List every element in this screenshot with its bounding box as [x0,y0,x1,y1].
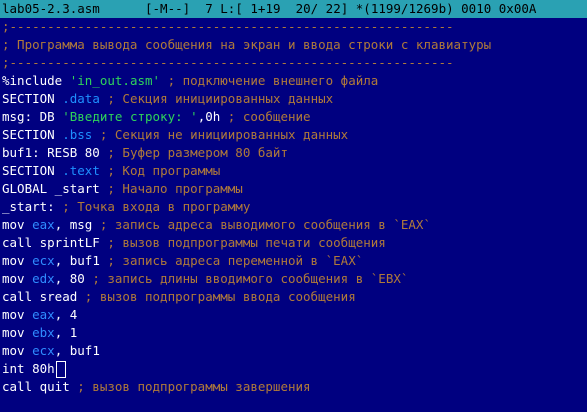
code-line: mov ebx, 1 [0,324,587,342]
comment: ; сообщение [220,109,311,124]
code-line: %include 'in_out.asm' ; подключение внеш… [0,72,587,90]
instruction: call sread [2,289,78,304]
comment: ; Буфер размером 80 байт [99,145,288,160]
section-name: .data [62,91,100,106]
header-comment: ; Программа вывода сообщения на экран и … [2,37,492,52]
code-line: ;---------------------------------------… [0,54,587,72]
comment: ; Секция не инициированных данных [92,127,349,142]
code-area[interactable]: ;---------------------------------------… [0,18,587,412]
line-position: 1+19 [250,1,281,16]
instruction: mov [2,271,33,286]
line-count: 20/ 22] [295,1,349,16]
instruction: mov [2,253,33,268]
code-line: mov ecx, buf1 [0,342,587,360]
operand: , 80 [54,271,85,286]
keyword: SECTION [2,163,63,178]
instruction: GLOBAL _start [2,181,100,196]
code-line: call quit ; вызов подпрограммы завершени… [0,378,587,396]
operand: , 1 [54,325,78,340]
comment-rule: ;---------------------------------------… [2,55,454,70]
comment: ; Начало программы [99,181,243,196]
comment: ; запись длины вводимого сообщения в `EB… [84,271,409,286]
instruction: call sprintLF [2,235,100,250]
comment: ; запись адреса выводимого сообщения в `… [92,217,431,232]
char-code: 0010 0x00A [461,1,537,16]
code-line: SECTION .data ; Секция инициированных да… [0,90,587,108]
text-cursor [55,361,66,378]
comment: ; вызов подпрограммы печати сообщения [99,235,386,250]
label: msg: DB [2,109,63,124]
instruction: mov [2,217,33,232]
code-line: ; Программа вывода сообщения на экран и … [0,36,587,54]
instruction: int 80h [2,361,55,376]
section-name: .text [62,163,100,178]
comment: ; вызов подпрограммы завершения [69,379,311,394]
operand: , 4 [54,307,78,322]
register: ebx [32,325,55,340]
column-number: 7 [205,1,213,16]
operand: , buf1 [54,253,100,268]
code-line: SECTION .bss ; Секция не инициированных … [0,126,587,144]
operand: , msg [54,217,93,232]
string-literal: 'Введите строку: ' [62,109,198,124]
code-line: mov eax, 4 [0,306,587,324]
code-line: mov ecx, buf1 ; запись адреса переменной… [0,252,587,270]
section-name: .bss [62,127,93,142]
comment: ; Код программы [99,163,221,178]
register: ecx [32,343,55,358]
instruction: mov [2,343,33,358]
status-bar: lab05-2.3.asm [-M--] 7 L:[ 1+19 20/ 22] … [0,0,587,18]
code-line: buf1: RESB 80 ; Буфер размером 80 байт [0,144,587,162]
comment: ; подключение внешнего файла [160,73,379,88]
code-line: ;---------------------------------------… [0,18,587,36]
instruction: mov [2,307,33,322]
code-line: msg: DB 'Введите строку: ',0h ; сообщени… [0,108,587,126]
code-line-current[interactable]: int 80h [0,360,587,378]
filename: lab05-2.3.asm [2,1,100,16]
operand: ,0h [197,109,221,124]
instruction: mov [2,325,33,340]
comment: ; запись адреса переменной в `EAX` [99,253,364,268]
editor-window: lab05-2.3.asm [-M--] 7 L:[ 1+19 20/ 22] … [0,0,587,412]
code-line: SECTION .text ; Код программы [0,162,587,180]
code-line: call sprintLF ; вызов подпрограммы печат… [0,234,587,252]
keyword: SECTION [2,127,63,142]
label: _start: [2,199,55,214]
char-info: *(1199/1269b) [355,1,454,16]
code-line: GLOBAL _start ; Начало программы [0,180,587,198]
comment: ; Секция инициированных данных [99,91,334,106]
register: ecx [32,253,55,268]
string-literal: 'in_out.asm' [69,73,161,88]
comment: ; Точка входа в программу [54,199,251,214]
mode-indicator: [-M--] [145,1,191,16]
register: eax [32,217,55,232]
code-line: call sread ; вызов подпрограммы ввода со… [0,288,587,306]
comment-rule: ;---------------------------------------… [2,19,454,34]
operand: , buf1 [54,343,100,358]
register: eax [32,307,55,322]
line-label: L:[ [220,1,243,16]
register: edx [32,271,55,286]
instruction: call quit [2,379,70,394]
code-line: _start: ; Точка входа в программу [0,198,587,216]
code-line: mov edx, 80 ; запись длины вводимого соо… [0,270,587,288]
comment: ; вызов подпрограммы ввода сообщения [77,289,356,304]
instruction: buf1: RESB 80 [2,145,100,160]
directive: %include [2,73,70,88]
keyword: SECTION [2,91,63,106]
code-line: mov eax, msg ; запись адреса выводимого … [0,216,587,234]
